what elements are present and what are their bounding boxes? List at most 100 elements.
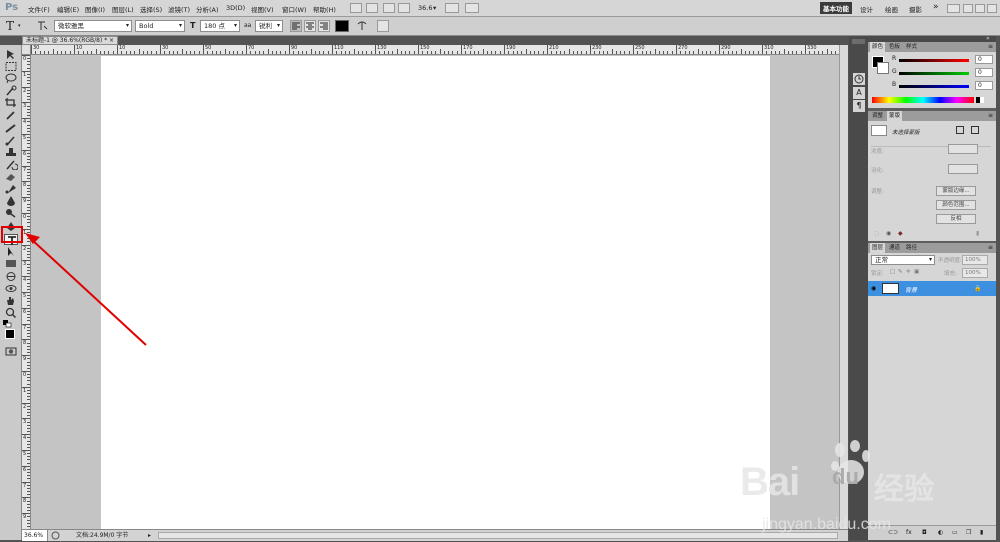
tab-paths[interactable]: 路径	[904, 243, 919, 253]
tab-layers[interactable]: 图层	[870, 243, 886, 253]
new-group-icon[interactable]: ▭	[952, 529, 958, 536]
lock-transparent-icon[interactable]: □	[890, 269, 895, 275]
mask-visibility-icon[interactable]: ◉	[886, 230, 891, 237]
document-canvas[interactable]	[101, 56, 770, 529]
font-family-select[interactable]: 微软雅黑 ▾	[54, 20, 132, 32]
history-panel-icon[interactable]	[853, 73, 865, 85]
gradient-tool-icon[interactable]	[4, 183, 18, 194]
font-style-select[interactable]: Bold ▾	[135, 20, 185, 32]
tab-color[interactable]: 颜色	[870, 42, 886, 52]
color-range-button[interactable]: 颜色范围...	[936, 200, 976, 210]
layers-panel-menu-icon[interactable]: ≡	[988, 244, 993, 251]
tab-masks[interactable]: 蒙版	[887, 111, 903, 121]
menu-edit[interactable]: 编辑(E)	[57, 4, 79, 14]
quick-mask-icon[interactable]	[4, 346, 18, 357]
blend-mode-select[interactable]: 正常 ▾	[871, 255, 935, 265]
dodge-tool-icon[interactable]	[4, 207, 18, 218]
delete-mask-icon[interactable]: ▮	[976, 230, 979, 237]
layer-row-background[interactable]: ◉ 背景 🔒	[868, 281, 996, 296]
density-input[interactable]	[948, 144, 978, 154]
horizontal-ruler[interactable]: 30 10 10 30 50 70 90 110 130 150 170 190 210 230 250 27…	[31, 45, 848, 55]
default-colors-icon[interactable]	[3, 320, 12, 328]
menu-3d[interactable]: 3D(D)	[226, 4, 245, 12]
color-panel-menu-icon[interactable]: ≡	[988, 43, 993, 50]
fill-input[interactable]: 100%	[962, 268, 988, 278]
zoom-tool-icon-2[interactable]	[4, 307, 18, 319]
blur-tool-icon[interactable]	[4, 195, 18, 206]
status-zoom-input[interactable]: 36.6%	[22, 530, 48, 541]
layer-name[interactable]: 背景	[905, 285, 917, 294]
red-channel-value[interactable]: 0	[975, 55, 993, 64]
screen-mode-icon[interactable]	[465, 3, 479, 13]
invert-button[interactable]: 反相	[936, 214, 976, 224]
tab-swatches[interactable]: 色板	[887, 42, 902, 52]
text-tool-preset-icon[interactable]: T	[6, 19, 14, 33]
quick-selection-tool-icon[interactable]	[4, 85, 18, 96]
menu-help[interactable]: 帮助(H)	[313, 4, 336, 14]
tab-adjustments[interactable]: 调整	[870, 111, 885, 121]
launch-bridge-icon[interactable]	[350, 3, 362, 13]
tab-styles[interactable]: 样式	[904, 42, 919, 52]
mini-bridge-icon[interactable]	[366, 3, 378, 13]
green-channel-value[interactable]: 0	[975, 68, 993, 77]
status-info-icon[interactable]	[51, 531, 60, 540]
history-brush-tool-icon[interactable]	[4, 159, 19, 171]
green-channel-slider[interactable]	[899, 72, 969, 75]
align-right-icon[interactable]	[318, 20, 330, 32]
ruler-origin[interactable]	[22, 45, 31, 55]
masks-panel-menu-icon[interactable]: ≡	[988, 112, 993, 119]
align-center-icon[interactable]	[304, 20, 316, 32]
color-panel-background-swatch[interactable]	[877, 62, 889, 74]
character-panel-icon[interactable]: A	[853, 87, 865, 99]
pixel-mask-icon[interactable]	[956, 126, 964, 134]
zoom-dropdown-icon[interactable]: ▾	[433, 4, 436, 12]
align-left-icon[interactable]	[290, 20, 302, 32]
menu-filter[interactable]: 滤镜(T)	[168, 4, 190, 14]
workspace-essentials[interactable]: 基本功能	[820, 2, 852, 14]
3d-rotate-tool-icon[interactable]	[4, 271, 18, 282]
antialias-select[interactable]: 锐利 ▾	[255, 20, 283, 32]
marquee-tool-icon[interactable]	[4, 61, 18, 72]
vector-mask-icon[interactable]	[971, 126, 979, 134]
path-selection-tool-icon[interactable]	[4, 246, 18, 257]
brush-tool-icon[interactable]	[4, 135, 18, 146]
blue-channel-slider[interactable]	[899, 85, 969, 88]
close-window-icon[interactable]	[987, 4, 997, 13]
spectrum-white[interactable]	[980, 97, 984, 103]
panel-strip-collapse-icon[interactable]	[852, 39, 865, 44]
arrange-documents-icon[interactable]	[445, 3, 459, 13]
menu-view[interactable]: 视图(V)	[251, 4, 274, 14]
zoom-level[interactable]: 36.6	[418, 4, 432, 12]
opacity-input[interactable]: 100%	[962, 255, 988, 265]
character-panel-toggle-icon[interactable]	[377, 20, 389, 32]
preset-dropdown-icon[interactable]: ▾	[18, 23, 21, 29]
layer-visibility-icon[interactable]: ◉	[871, 285, 876, 292]
clone-stamp-tool-icon[interactable]	[4, 147, 18, 158]
hand-tool-icon[interactable]	[383, 3, 395, 13]
lock-all-icon[interactable]: ▣	[914, 269, 919, 275]
close-document-icon[interactable]: ×	[109, 37, 114, 44]
workspace-design[interactable]: 设计	[860, 4, 873, 14]
color-spectrum-bar[interactable]	[872, 97, 974, 103]
foreground-color-swatch[interactable]	[5, 329, 15, 339]
menu-file[interactable]: 文件(F)	[28, 4, 50, 14]
document-tab[interactable]: 未标题-1 @ 36.6%(RGB/8) * ×	[22, 36, 118, 45]
text-orientation-icon[interactable]	[36, 20, 48, 32]
workspace-photography[interactable]: 摄影	[909, 4, 922, 14]
menu-analysis[interactable]: 分析(A)	[196, 4, 219, 14]
menu-image[interactable]: 图像(I)	[85, 4, 105, 14]
hand-tool-icon-2[interactable]	[4, 295, 18, 306]
healing-brush-tool-icon[interactable]	[4, 123, 18, 134]
lasso-tool-icon[interactable]	[4, 73, 18, 84]
warp-text-icon[interactable]	[356, 20, 368, 32]
apply-mask-icon[interactable]: ◆	[898, 230, 903, 237]
font-size-input[interactable]: 180 点 ▾	[200, 20, 240, 32]
3d-orbit-tool-icon[interactable]	[4, 283, 18, 294]
status-menu-icon[interactable]: ▸	[148, 531, 151, 541]
cs-live-icon[interactable]	[947, 4, 960, 13]
blue-channel-value[interactable]: 0	[975, 81, 993, 90]
lock-image-icon[interactable]: ✎	[898, 269, 903, 275]
mask-edge-button[interactable]: 蒙版边缘...	[936, 186, 976, 196]
eyedropper-tool-icon[interactable]	[4, 109, 18, 120]
menu-window[interactable]: 窗口(W)	[282, 4, 307, 14]
